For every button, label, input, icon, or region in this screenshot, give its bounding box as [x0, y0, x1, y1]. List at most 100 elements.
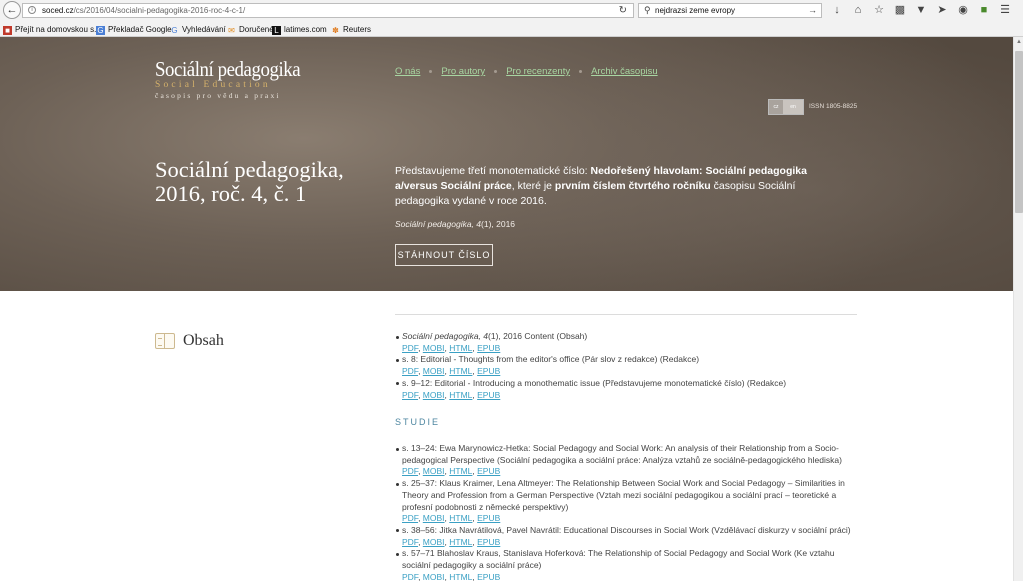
item-text: s. 25–37: Klaus Kraimer, Lena Altmeyer: …: [402, 478, 845, 512]
desc-part: Představujeme třetí monotematické číslo:: [395, 165, 591, 177]
list-item: s. 57–71 Blahoslav Kraus, Stanislava Hof…: [395, 548, 860, 581]
nav-link-archive[interactable]: Archiv časopisu: [591, 66, 658, 77]
page-scrollbar[interactable]: ▲: [1013, 37, 1023, 581]
home-icon[interactable]: ⌂: [851, 3, 865, 17]
epub-link[interactable]: EPUB: [477, 390, 500, 400]
address-bar[interactable]: i soced.cz/cs/2016/04/socialni-pedagogik…: [22, 3, 634, 18]
pdf-link[interactable]: PDF: [402, 390, 418, 400]
page-title: Sociální pedagogika, 2016, roč. 4, č. 1: [155, 157, 344, 206]
format-links: PDF, MOBI, HTML, EPUB: [402, 513, 501, 524]
toolbar-icons: ↓ ⌂ ☆ ▩ ▼ ➤ ◉ ■ ☰: [830, 3, 1012, 18]
html-link[interactable]: HTML: [449, 366, 472, 376]
format-links: PDF, MOBI, HTML, EPUB: [402, 366, 501, 377]
section-heading-studie: STUDIE: [395, 417, 441, 427]
mobi-link[interactable]: MOBI: [423, 366, 445, 376]
mobi-link[interactable]: MOBI: [423, 466, 445, 476]
mobi-link[interactable]: MOBI: [423, 513, 445, 523]
html-link[interactable]: HTML: [449, 537, 472, 547]
html-link[interactable]: HTML: [449, 466, 472, 476]
send-icon[interactable]: ➤: [935, 3, 949, 17]
url-path: /cs/2016/04/socialni-pedagogika-2016-roc…: [73, 6, 246, 15]
nav-link-reviewers[interactable]: Pro recenzenty: [506, 66, 570, 77]
main-nav: O nás Pro autory Pro recenzenty Archiv č…: [395, 66, 658, 77]
epub-link[interactable]: EPUB: [477, 366, 500, 376]
scroll-up-arrow-icon[interactable]: ▲: [1015, 38, 1023, 46]
contents-title: Obsah: [183, 332, 224, 349]
reload-icon[interactable]: ↻: [619, 4, 627, 17]
mobi-link[interactable]: MOBI: [423, 343, 445, 353]
search-bar[interactable]: ⚲ →: [638, 3, 822, 18]
html-link[interactable]: HTML: [449, 343, 472, 353]
format-links: PDF, MOBI, HTML, EPUB: [402, 342, 501, 353]
search-go-icon[interactable]: →: [808, 4, 817, 17]
pdf-link[interactable]: PDF: [402, 537, 418, 547]
pdf-link[interactable]: PDF: [402, 513, 418, 523]
google-translate-icon: G: [96, 26, 105, 35]
lang-cz-button[interactable]: cz: [769, 100, 783, 114]
logo-main-text: Sociální pedagogika: [155, 57, 301, 81]
item-text: s. 9–12: Editorial - Introducing a monot…: [402, 377, 787, 388]
latimes-icon: L: [272, 26, 281, 35]
format-links: PDF, MOBI, HTML, EPUB: [402, 389, 501, 400]
epub-link[interactable]: EPUB: [477, 537, 500, 547]
nav-separator: [429, 70, 433, 73]
url-text: soced.cz/cs/2016/04/socialni-pedagogika-…: [42, 4, 245, 17]
list-item: s. 25–37: Klaus Kraimer, Lena Altmeyer: …: [395, 478, 860, 525]
bookmark-label: Přejít na domovskou s...: [15, 25, 101, 34]
nav-link-about[interactable]: O nás: [395, 66, 420, 77]
logo-sub-text: Social Education: [155, 80, 271, 90]
pocket-icon[interactable]: ▼: [914, 3, 928, 17]
bookmark-latimes[interactable]: Llatimes.com: [272, 22, 327, 37]
issue-description: Představujeme třetí monotematické číslo:…: [395, 164, 850, 209]
html-link[interactable]: HTML: [449, 513, 472, 523]
bookmark-inbox[interactable]: ✉ Doručené: [227, 22, 274, 37]
epub-link[interactable]: EPUB: [477, 466, 500, 476]
bookmark-label: Překladač Google: [108, 25, 172, 34]
download-issue-button[interactable]: STÁHNOUT ČÍSLO: [395, 244, 493, 266]
format-links: PDF, MOBI, HTML, EPUB: [402, 536, 501, 547]
nav-link-authors[interactable]: Pro autory: [441, 66, 485, 77]
lang-en-button[interactable]: en: [783, 100, 803, 114]
clipboard-icon[interactable]: ▩: [893, 3, 907, 17]
back-button[interactable]: ←: [3, 1, 21, 19]
info-icon[interactable]: i: [28, 6, 36, 14]
bookmarks-bar: ■ Přejít na domovskou s... G Překladač Goo…: [0, 22, 1023, 37]
html-link[interactable]: HTML: [449, 572, 472, 581]
format-links: PDF, MOBI, HTML, EPUB: [402, 571, 501, 581]
scroll-thumb[interactable]: [1015, 51, 1023, 213]
menu-icon[interactable]: ☰: [998, 3, 1012, 17]
epub-link[interactable]: EPUB: [477, 572, 500, 581]
mobi-link[interactable]: MOBI: [423, 572, 445, 581]
mobi-link[interactable]: MOBI: [423, 537, 445, 547]
desc-issue-number: prvním číslem čtvrtého ročníku: [554, 180, 711, 192]
item-journal: Sociální pedagogika, 4: [402, 331, 489, 341]
hero-banner: Sociální pedagogika Social Education čas…: [0, 37, 1013, 291]
list-item: s. 13–24: Ewa Marynowicz-Hetka: Social P…: [395, 443, 860, 478]
bookmark-search[interactable]: G Vyhledávání: [170, 22, 225, 37]
epub-link[interactable]: EPUB: [477, 343, 500, 353]
list-item: s. 8: Editorial - Thoughts from the edit…: [395, 354, 860, 377]
addon-icon[interactable]: ■: [977, 3, 991, 17]
bookmark-home[interactable]: ■ Přejít na domovskou s...: [3, 22, 101, 37]
download-icon[interactable]: ↓: [830, 3, 844, 17]
mobi-link[interactable]: MOBI: [423, 390, 445, 400]
bookmark-reuters[interactable]: ✽ Reuters: [331, 22, 371, 37]
item-text: s. 8: Editorial - Thoughts from the edit…: [402, 354, 700, 365]
site-logo[interactable]: Sociální pedagogika Social Education čas…: [155, 58, 316, 101]
epub-link[interactable]: EPUB: [477, 513, 500, 523]
pdf-link[interactable]: PDF: [402, 366, 418, 376]
html-link[interactable]: HTML: [449, 390, 472, 400]
chat-icon[interactable]: ◉: [956, 3, 970, 17]
issn-label: ISSN 1805-8825: [809, 103, 858, 110]
pdf-link[interactable]: PDF: [402, 466, 418, 476]
logo-tagline: časopis pro vědu a praxi: [155, 91, 281, 100]
citation-journal: Sociální pedagogika, 4: [395, 219, 482, 229]
pdf-link[interactable]: PDF: [402, 572, 418, 581]
pdf-link[interactable]: PDF: [402, 343, 418, 353]
google-icon: G: [171, 26, 178, 35]
bookmark-star-icon[interactable]: ☆: [872, 3, 886, 17]
item-text: s. 13–24: Ewa Marynowicz-Hetka: Social P…: [402, 443, 842, 465]
red-square-icon: ■: [3, 26, 12, 35]
bookmark-translate[interactable]: G Překladač Google: [96, 22, 172, 37]
search-input[interactable]: [655, 5, 805, 16]
